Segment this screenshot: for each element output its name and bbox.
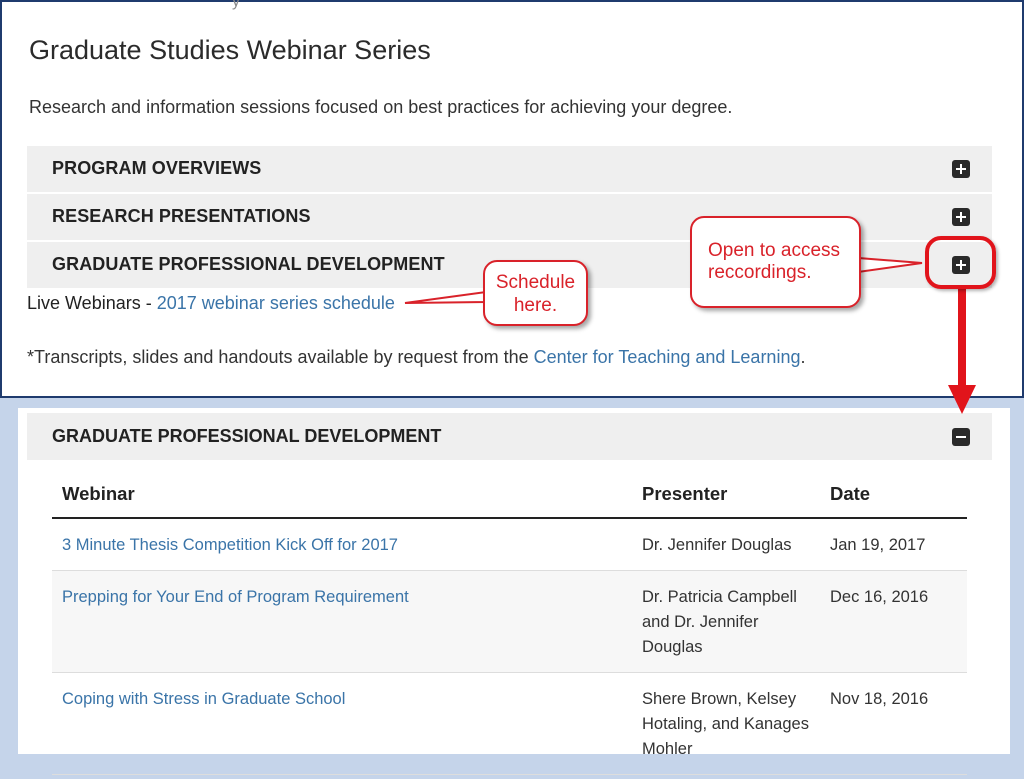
date-cell: Nov 18, 2016	[820, 672, 967, 775]
presenter-cell: Shere Brown, Kelsey Hotaling, and Kanage…	[632, 672, 820, 775]
webinar-cell: Prepping for Your End of Program Require…	[52, 570, 632, 673]
live-webinars-label: Live Webinars	[27, 293, 141, 313]
accordion-expanded-header[interactable]: GRADUATE PROFESSIONAL DEVELOPMENT	[27, 413, 992, 460]
presenter-cell: Dr. Jennifer Douglas	[632, 518, 820, 571]
expanded-panel-region: GRADUATE PROFESSIONAL DEVELOPMENT Webina…	[0, 396, 1024, 779]
date-cell: Dec 16, 2016	[820, 570, 967, 673]
table-row: Prepping for Your End of Program Require…	[52, 570, 967, 673]
webinar-link[interactable]: 3 Minute Thesis Competition Kick Off for…	[62, 536, 398, 554]
schedule-link[interactable]: 2017 webinar series schedule	[157, 293, 395, 313]
date-cell: Jan 19, 2017	[820, 518, 967, 571]
page-description: Research and information sessions focuse…	[29, 97, 733, 117]
webinar-link[interactable]: Coping with Stress in Graduate School	[62, 690, 345, 708]
webinar-table: Webinar Presenter Date 3 Minute Thesis C…	[52, 477, 967, 775]
transcripts-note: *Transcripts, slides and handouts availa…	[27, 347, 805, 368]
accordion-label: RESEARCH PRESENTATIONS	[52, 206, 311, 226]
center-teaching-learning-link[interactable]: Center for Teaching and Learning	[534, 347, 801, 367]
webinar-cell: 3 Minute Thesis Competition Kick Off for…	[52, 518, 632, 571]
note-prefix: *Transcripts, slides and handouts availa…	[27, 347, 534, 367]
column-header-presenter: Presenter	[632, 477, 820, 519]
column-header-date: Date	[820, 477, 967, 519]
accordion-label: PROGRAM OVERVIEWS	[52, 158, 262, 178]
access-recordings-callout: Open to access reccordings.	[690, 216, 861, 308]
note-suffix: .	[800, 347, 806, 367]
separator: -	[140, 293, 157, 313]
expanded-panel: GRADUATE PROFESSIONAL DEVELOPMENT Webina…	[18, 408, 1010, 775]
page-title: Graduate Studies Webinar Series	[29, 35, 431, 65]
table-row: 3 Minute Thesis Competition Kick Off for…	[52, 518, 967, 571]
highlight-ring	[925, 236, 996, 289]
schedule-callout: Schedule here.	[483, 260, 588, 326]
column-header-webinar: Webinar	[52, 477, 632, 519]
table-row: Coping with Stress in Graduate School Sh…	[52, 672, 967, 775]
live-webinars-line: Live Webinars - 2017 webinar series sche…	[27, 293, 395, 314]
webinar-cell: Coping with Stress in Graduate School	[52, 672, 632, 775]
plus-box-icon[interactable]	[952, 208, 970, 226]
webinar-link[interactable]: Prepping for Your End of Program Require…	[62, 588, 409, 606]
accordion-label: GRADUATE PROFESSIONAL DEVELOPMENT	[52, 426, 442, 446]
table-header-row: Webinar Presenter Date	[52, 477, 967, 519]
accordion-label: GRADUATE PROFESSIONAL DEVELOPMENT	[52, 254, 445, 274]
minus-box-icon[interactable]	[952, 428, 970, 446]
plus-box-icon[interactable]	[952, 160, 970, 178]
cut-off-text: y	[232, 0, 240, 10]
presenter-cell: Dr. Patricia Campbell and Dr. Jennifer D…	[632, 570, 820, 673]
accordion-program-overviews[interactable]: PROGRAM OVERVIEWS	[27, 146, 992, 192]
